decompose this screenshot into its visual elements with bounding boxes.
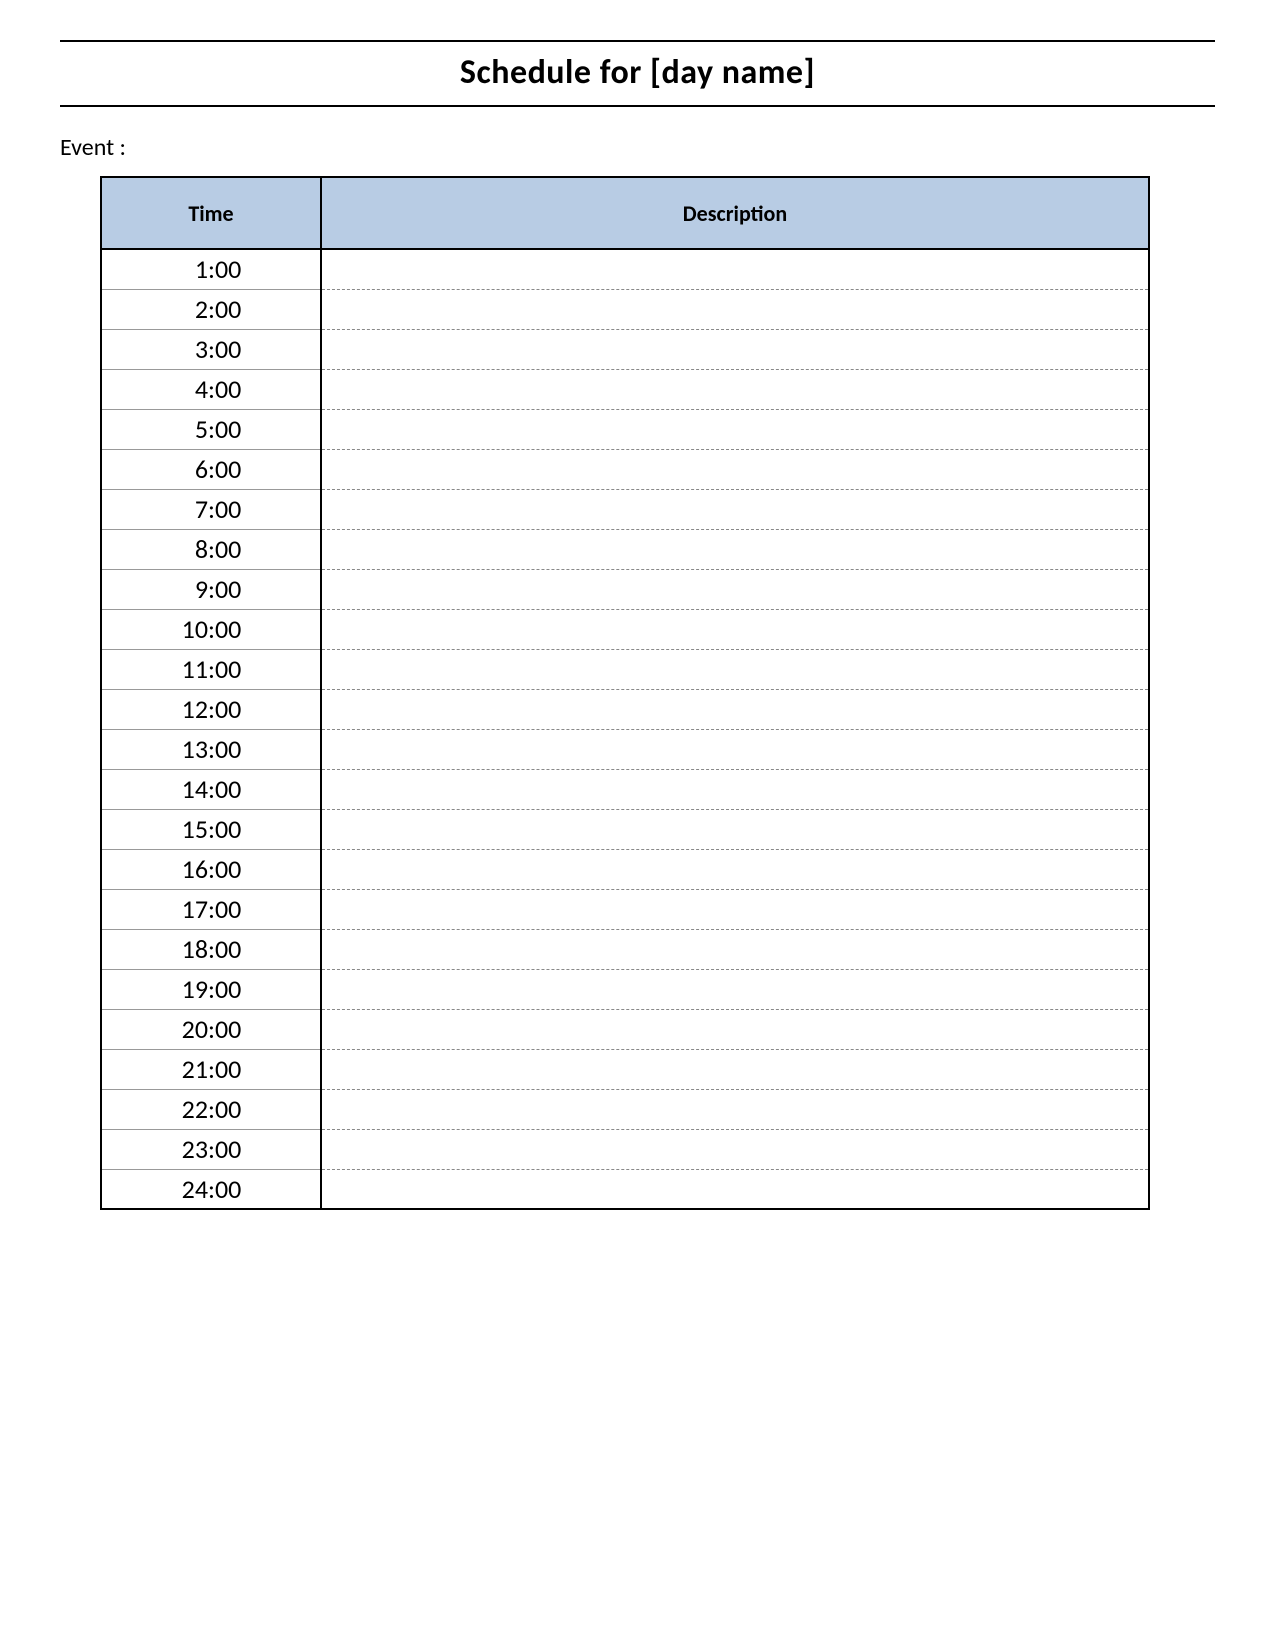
time-cell: 24 :00 <box>101 1169 321 1209</box>
description-cell[interactable] <box>321 1129 1149 1169</box>
description-cell[interactable] <box>321 449 1149 489</box>
table-row: 23 :00 <box>101 1129 1149 1169</box>
description-cell[interactable] <box>321 529 1149 569</box>
description-cell[interactable] <box>321 369 1149 409</box>
time-cell: 20 :00 <box>101 1009 321 1049</box>
time-cell: 1 :00 <box>101 249 321 289</box>
description-cell[interactable] <box>321 249 1149 289</box>
time-cell: 16 :00 <box>101 849 321 889</box>
time-cell: 22 :00 <box>101 1089 321 1129</box>
table-row: 1 :00 <box>101 249 1149 289</box>
table-row: 13 :00 <box>101 729 1149 769</box>
title-block: Schedule for [day name] <box>60 40 1215 107</box>
time-cell: 6 :00 <box>101 449 321 489</box>
table-row: 24 :00 <box>101 1169 1149 1209</box>
table-row: 12 :00 <box>101 689 1149 729</box>
time-cell: 23 :00 <box>101 1129 321 1169</box>
description-cell[interactable] <box>321 489 1149 529</box>
column-header-time: Time <box>101 177 321 249</box>
time-cell: 4 :00 <box>101 369 321 409</box>
description-cell[interactable] <box>321 409 1149 449</box>
description-cell[interactable] <box>321 689 1149 729</box>
table-row: 10 :00 <box>101 609 1149 649</box>
table-row: 6 :00 <box>101 449 1149 489</box>
description-cell[interactable] <box>321 849 1149 889</box>
table-row: 3 :00 <box>101 329 1149 369</box>
description-cell[interactable] <box>321 729 1149 769</box>
description-cell[interactable] <box>321 969 1149 1009</box>
table-row: 5 :00 <box>101 409 1149 449</box>
table-row: 2 :00 <box>101 289 1149 329</box>
time-cell: 7 :00 <box>101 489 321 529</box>
description-cell[interactable] <box>321 649 1149 689</box>
time-cell: 3 :00 <box>101 329 321 369</box>
description-cell[interactable] <box>321 609 1149 649</box>
description-cell[interactable] <box>321 889 1149 929</box>
description-cell[interactable] <box>321 289 1149 329</box>
description-cell[interactable] <box>321 1169 1149 1209</box>
schedule-body: 1 :002 :003 :004 :005 :006 :007 :008 :00… <box>101 249 1149 1209</box>
table-row: 8 :00 <box>101 529 1149 569</box>
description-cell[interactable] <box>321 569 1149 609</box>
time-cell: 2 :00 <box>101 289 321 329</box>
description-cell[interactable] <box>321 1049 1149 1089</box>
time-cell: 18 :00 <box>101 929 321 969</box>
table-row: 18 :00 <box>101 929 1149 969</box>
time-cell: 8 :00 <box>101 529 321 569</box>
table-row: 21 :00 <box>101 1049 1149 1089</box>
description-cell[interactable] <box>321 1009 1149 1049</box>
description-cell[interactable] <box>321 929 1149 969</box>
schedule-table: Time Description 1 :002 :003 :004 :005 :… <box>100 176 1150 1210</box>
time-cell: 12 :00 <box>101 689 321 729</box>
description-cell[interactable] <box>321 809 1149 849</box>
time-cell: 11 :00 <box>101 649 321 689</box>
event-label: Event : <box>60 133 1215 162</box>
time-cell: 19 :00 <box>101 969 321 1009</box>
table-row: 4 :00 <box>101 369 1149 409</box>
table-row: 20 :00 <box>101 1009 1149 1049</box>
description-cell[interactable] <box>321 769 1149 809</box>
table-row: 16 :00 <box>101 849 1149 889</box>
description-cell[interactable] <box>321 329 1149 369</box>
table-row: 15 :00 <box>101 809 1149 849</box>
description-cell[interactable] <box>321 1089 1149 1129</box>
page-title: Schedule for [day name] <box>60 52 1215 93</box>
time-cell: 5 :00 <box>101 409 321 449</box>
time-cell: 13 :00 <box>101 729 321 769</box>
table-row: 7 :00 <box>101 489 1149 529</box>
time-cell: 14 :00 <box>101 769 321 809</box>
table-row: 9 :00 <box>101 569 1149 609</box>
time-cell: 15 :00 <box>101 809 321 849</box>
table-row: 22 :00 <box>101 1089 1149 1129</box>
column-header-description: Description <box>321 177 1149 249</box>
table-row: 19 :00 <box>101 969 1149 1009</box>
time-cell: 17 :00 <box>101 889 321 929</box>
time-cell: 21 :00 <box>101 1049 321 1089</box>
table-row: 17 :00 <box>101 889 1149 929</box>
time-cell: 9 :00 <box>101 569 321 609</box>
time-cell: 10 :00 <box>101 609 321 649</box>
table-row: 14 :00 <box>101 769 1149 809</box>
table-row: 11 :00 <box>101 649 1149 689</box>
